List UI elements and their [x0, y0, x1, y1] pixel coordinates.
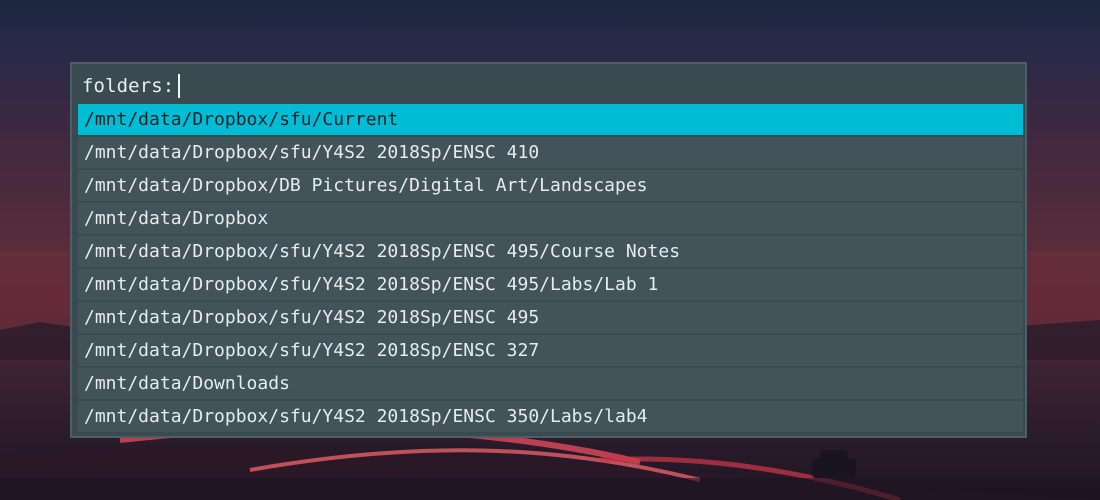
result-item[interactable]: /mnt/data/Dropbox/sfu/Y4S2 2018Sp/ENSC 3… [78, 335, 1023, 366]
result-item[interactable]: /mnt/data/Dropbox/DB Pictures/Digital Ar… [78, 170, 1023, 201]
text-cursor [178, 74, 181, 98]
folder-launcher: folders: /mnt/data/Dropbox/sfu/Current/m… [70, 62, 1027, 438]
result-item[interactable]: /mnt/data/Dropbox/sfu/Y4S2 2018Sp/ENSC 3… [78, 401, 1023, 432]
result-item-selected[interactable]: /mnt/data/Dropbox/sfu/Current [78, 104, 1023, 135]
result-item[interactable]: /mnt/data/Downloads [78, 368, 1023, 399]
result-item[interactable]: /mnt/data/Dropbox/sfu/Y4S2 2018Sp/ENSC 4… [78, 302, 1023, 333]
result-item[interactable]: /mnt/data/Dropbox [78, 203, 1023, 234]
prompt-label: folders: [82, 75, 175, 97]
results-list: /mnt/data/Dropbox/sfu/Current/mnt/data/D… [78, 104, 1023, 434]
result-item[interactable]: /mnt/data/Dropbox/sfu/Y4S2 2018Sp/ENSC 4… [78, 269, 1023, 300]
result-item[interactable]: /mnt/data/Dropbox/sfu/Y4S2 2018Sp/ENSC 4… [78, 236, 1023, 267]
prompt-line[interactable]: folders: [82, 72, 181, 100]
result-item[interactable]: /mnt/data/Dropbox/sfu/Y4S2 2018Sp/ENSC 4… [78, 137, 1023, 168]
